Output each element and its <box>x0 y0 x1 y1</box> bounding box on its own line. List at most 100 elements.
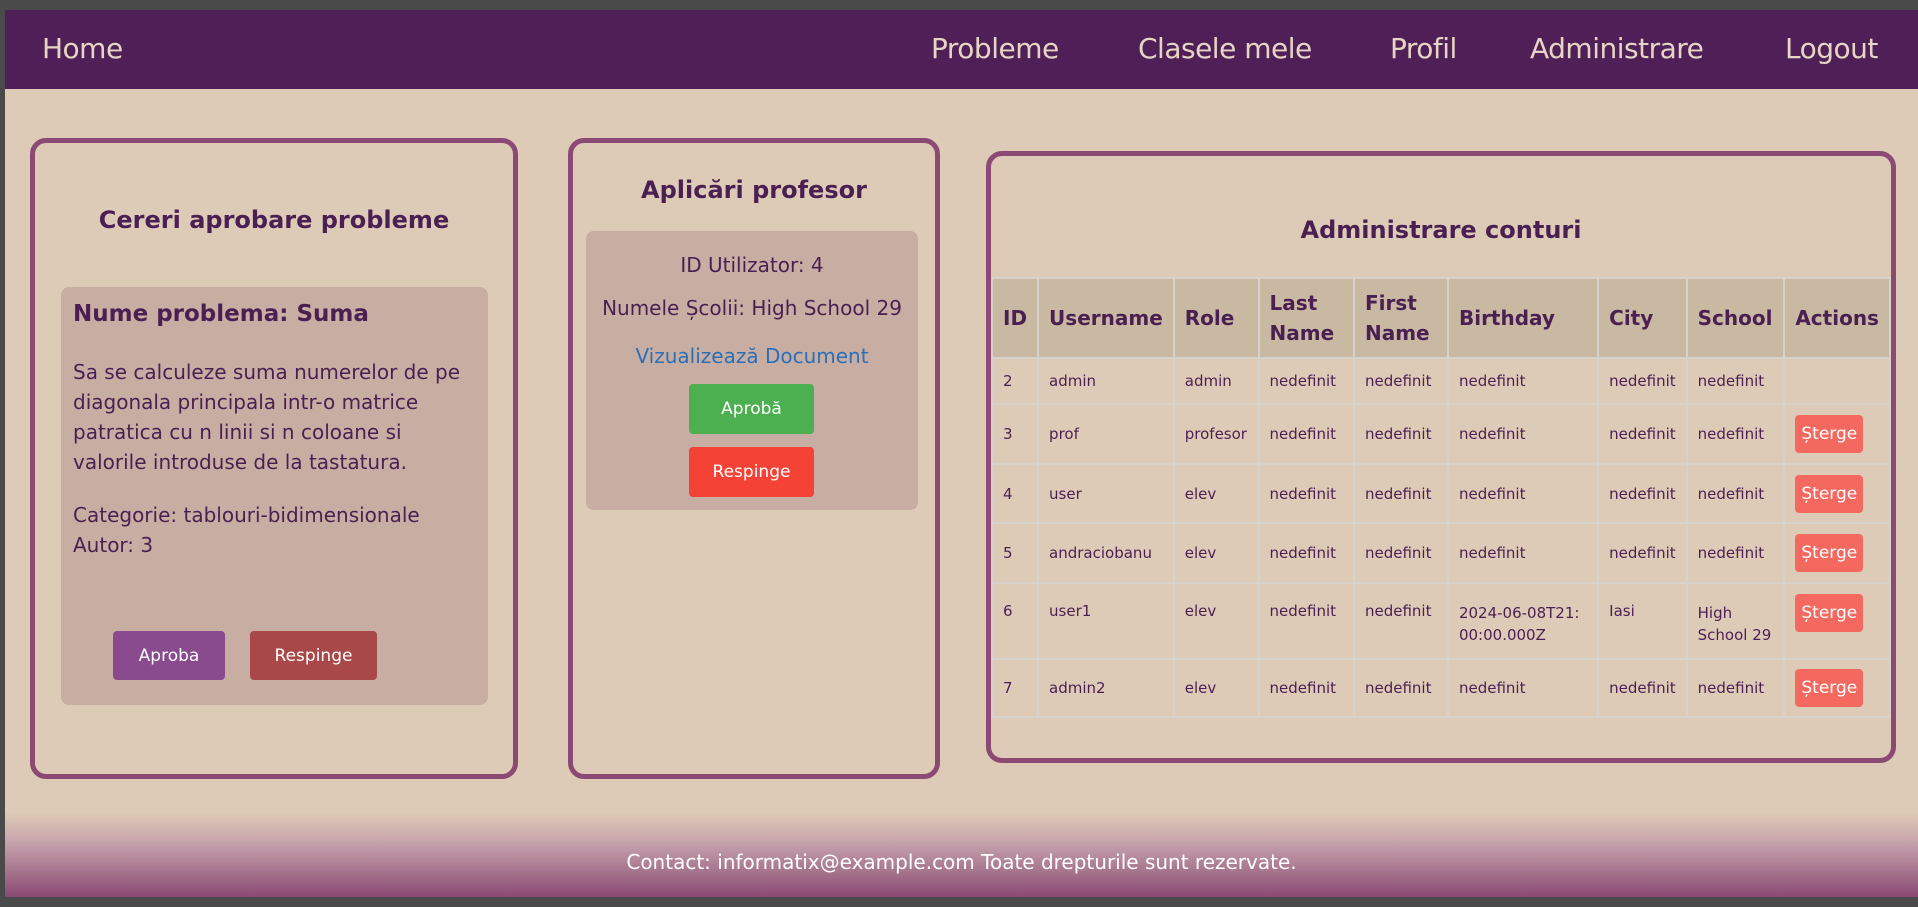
cell-city: Iasi <box>1597 582 1688 660</box>
teacher-applications-title: Aplicări profesor <box>641 176 867 204</box>
cell-username: user1 <box>1037 582 1175 660</box>
cell-birthday: nedefinit <box>1446 357 1600 405</box>
problem-description: Sa se calculeze suma numerelor de pe dia… <box>73 360 461 474</box>
cell-actions: Șterge <box>1783 403 1891 465</box>
cell-school: nedefinit <box>1685 522 1786 584</box>
problem-approvals-card: Cereri aprobare probleme Nume problema: … <box>30 138 518 779</box>
cell-username: andraciobanu <box>1037 522 1175 584</box>
col-header-role: Role <box>1172 277 1260 359</box>
reject-application-button[interactable]: Respinge <box>689 447 814 497</box>
table-row: 3 prof profesor nedefinit nedefinit nede… <box>990 403 1891 465</box>
nav-administrare-link[interactable]: Administrare <box>1530 32 1704 65</box>
problem-category: Categorie: tablouri-bidimensionale <box>73 503 420 527</box>
approve-application-button[interactable]: Aprobă <box>689 384 814 434</box>
teacher-applications-card: Aplicări profesor ID Utilizator: 4 Numel… <box>568 138 940 779</box>
cell-username: prof <box>1037 403 1175 465</box>
account-management-title: Administrare conturi <box>1300 216 1582 244</box>
problem-approvals-title: Cereri aprobare probleme <box>98 206 450 234</box>
nav-home-link[interactable]: Home <box>42 32 123 65</box>
delete-account-button[interactable]: Șterge <box>1795 594 1864 632</box>
cell-birthday: nedefinit <box>1446 658 1600 718</box>
cell-role: elev <box>1172 463 1260 524</box>
cell-school: nedefinit <box>1685 357 1786 405</box>
cell-actions <box>1783 357 1891 405</box>
cell-actions: Șterge <box>1783 522 1891 584</box>
col-header-birthday: Birthday <box>1446 277 1600 359</box>
cell-role: profesor <box>1172 403 1260 465</box>
delete-account-button[interactable]: Șterge <box>1795 474 1864 513</box>
cell-school: nedefinit <box>1685 463 1786 524</box>
cell-last-name: nedefinit <box>1257 403 1355 465</box>
cell-first-name: nedefinit <box>1352 522 1449 584</box>
problem-author: Autor: 3 <box>73 533 154 557</box>
cell-id: 3 <box>990 403 1040 465</box>
nav-probleme-link[interactable]: Probleme <box>931 32 1059 65</box>
delete-account-button[interactable]: Șterge <box>1795 534 1864 572</box>
cell-first-name: nedefinit <box>1352 582 1449 660</box>
col-header-last-name: Last Name <box>1257 277 1355 359</box>
cell-city: nedefinit <box>1597 403 1688 465</box>
view-document-link[interactable]: Vizualizează Document <box>586 344 918 368</box>
cell-city: nedefinit <box>1597 658 1688 718</box>
cell-id: 5 <box>990 522 1040 584</box>
cell-birthday: nedefinit <box>1446 522 1600 584</box>
problem-name: Nume problema: Suma <box>73 301 369 327</box>
account-management-card: Administrare conturi ID Username Role La… <box>986 151 1896 763</box>
cell-role: elev <box>1172 658 1260 718</box>
cell-actions: Șterge <box>1783 463 1891 524</box>
cell-role: elev <box>1172 582 1260 660</box>
cell-role: admin <box>1172 357 1260 405</box>
cell-city: nedefinit <box>1597 463 1688 524</box>
nav-clasele-mele-link[interactable]: Clasele mele <box>1138 32 1312 65</box>
col-header-username: Username <box>1037 277 1175 359</box>
approve-problem-button[interactable]: Aproba <box>113 631 225 680</box>
nav-logout-link[interactable]: Logout <box>1785 32 1878 65</box>
delete-account-button[interactable]: Șterge <box>1795 415 1864 453</box>
cell-city: nedefinit <box>1597 522 1688 584</box>
cell-username: admin <box>1037 357 1175 405</box>
top-navbar: Home Probleme Clasele mele Profil Admini… <box>5 10 1918 89</box>
accounts-header-row: ID Username Role Last Name First Name Bi… <box>990 277 1891 359</box>
accounts-table: ID Username Role Last Name First Name Bi… <box>990 277 1891 718</box>
col-header-actions: Actions <box>1783 277 1891 359</box>
cell-id: 6 <box>990 582 1040 660</box>
table-row: 6 user1 elev nedefinit nedefinit 2024-06… <box>990 582 1891 660</box>
table-row: 2 admin admin nedefinit nedefinit nedefi… <box>990 357 1891 405</box>
col-header-id: ID <box>990 277 1040 359</box>
col-header-school: School <box>1685 277 1786 359</box>
cell-birthday: nedefinit <box>1446 463 1600 524</box>
cell-actions: Șterge <box>1783 658 1891 718</box>
table-row: 7 admin2 elev nedefinit nedefinit nedefi… <box>990 658 1891 718</box>
cell-last-name: nedefinit <box>1257 658 1355 718</box>
cell-last-name: nedefinit <box>1257 522 1355 584</box>
cell-city: nedefinit <box>1597 357 1688 405</box>
table-row: 5 andraciobanu elev nedefinit nedefinit … <box>990 522 1891 584</box>
cell-username: user <box>1037 463 1175 524</box>
cell-first-name: nedefinit <box>1352 658 1449 718</box>
cell-first-name: nedefinit <box>1352 463 1449 524</box>
footer-contact-text: Contact: informatix@example.com Toate dr… <box>626 850 1297 874</box>
col-header-city: City <box>1597 277 1688 359</box>
cell-first-name: nedefinit <box>1352 357 1449 405</box>
cell-last-name: nedefinit <box>1257 463 1355 524</box>
cell-first-name: nedefinit <box>1352 403 1449 465</box>
cell-role: elev <box>1172 522 1260 584</box>
cell-school: nedefinit <box>1685 403 1786 465</box>
nav-profil-link[interactable]: Profil <box>1390 32 1457 65</box>
app-window: Home Probleme Clasele mele Profil Admini… <box>5 10 1918 897</box>
cell-last-name: nedefinit <box>1257 582 1355 660</box>
reject-problem-button[interactable]: Respinge <box>250 631 377 680</box>
cell-id: 4 <box>990 463 1040 524</box>
cell-birthday: nedefinit <box>1446 403 1600 465</box>
problem-request-item: Nume problema: Suma Sa se calculeze suma… <box>61 287 488 705</box>
application-user-id: ID Utilizator: 4 <box>680 253 824 277</box>
cell-school: nedefinit <box>1685 658 1786 718</box>
table-row: 4 user elev nedefinit nedefinit nedefini… <box>990 463 1891 524</box>
page-footer: Contact: informatix@example.com Toate dr… <box>5 812 1918 897</box>
application-school-name: Numele Școlii: High School 29 <box>602 296 902 320</box>
cell-id: 2 <box>990 357 1040 405</box>
delete-account-button[interactable]: Șterge <box>1795 669 1864 707</box>
cell-last-name: nedefinit <box>1257 357 1355 405</box>
cell-birthday: 2024-06-08T21:00:00.000Z <box>1446 582 1600 660</box>
cell-actions: Șterge <box>1783 582 1891 660</box>
